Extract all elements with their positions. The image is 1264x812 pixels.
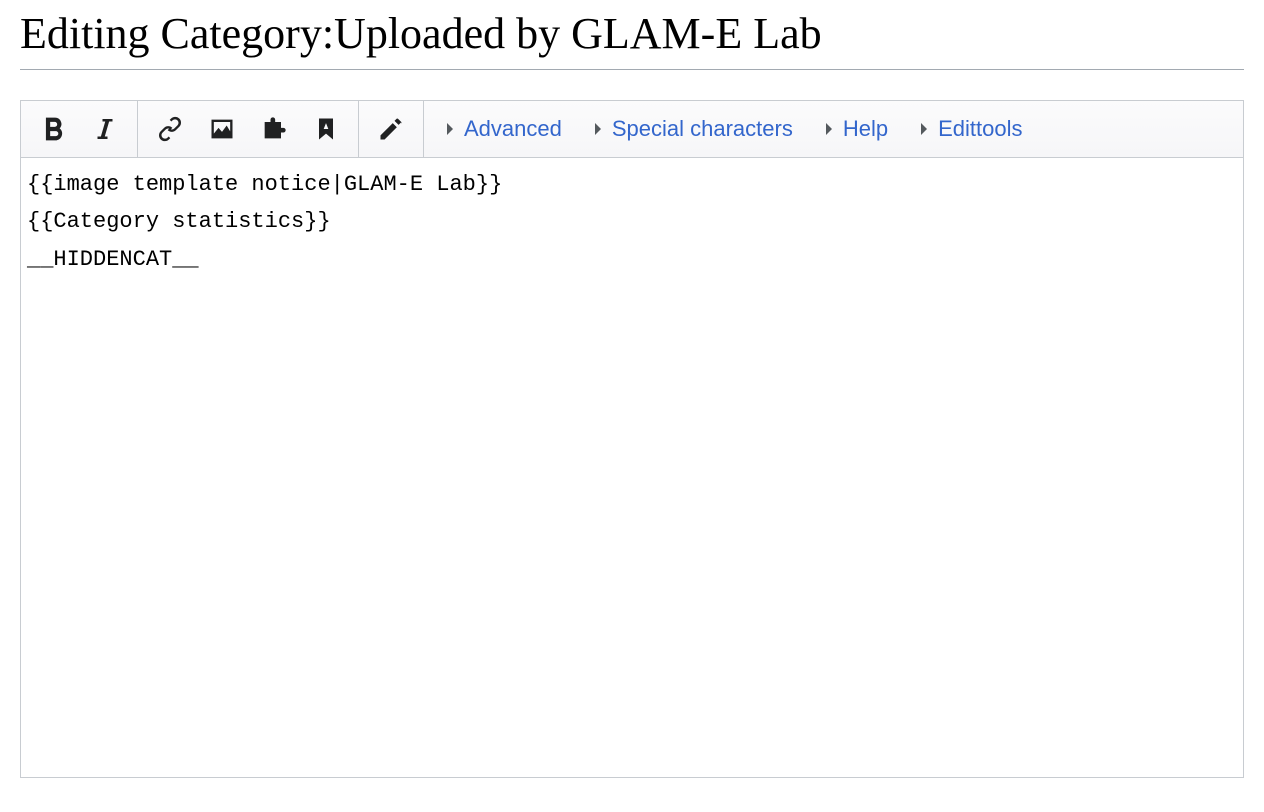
italic-icon — [90, 114, 120, 144]
bookmark-icon — [312, 115, 340, 143]
format-group — [21, 101, 138, 157]
bookmark-button[interactable] — [300, 101, 352, 157]
page-title: Editing Category:Uploaded by GLAM-E Lab — [20, 0, 1244, 70]
special-characters-label: Special characters — [612, 116, 793, 142]
help-label: Help — [843, 116, 888, 142]
chevron-right-icon — [916, 121, 932, 137]
chevron-right-icon — [821, 121, 837, 137]
pencil-icon — [377, 115, 405, 143]
reference-button[interactable] — [248, 101, 300, 157]
advanced-label: Advanced — [464, 116, 562, 142]
editor-toolbar: Advanced Special characters Help Edittoo… — [20, 100, 1244, 158]
insert-group — [138, 101, 359, 157]
edittools-link[interactable]: Edittools — [916, 116, 1022, 142]
italic-button[interactable] — [79, 101, 131, 157]
toolbar-links: Advanced Special characters Help Edittoo… — [424, 101, 1040, 157]
link-icon — [156, 115, 184, 143]
image-icon — [208, 115, 236, 143]
advanced-link[interactable]: Advanced — [442, 116, 562, 142]
link-button[interactable] — [144, 101, 196, 157]
sign-group — [359, 101, 424, 157]
help-link[interactable]: Help — [821, 116, 888, 142]
chevron-right-icon — [442, 121, 458, 137]
wikitext-editor[interactable] — [20, 158, 1244, 778]
puzzle-icon — [260, 115, 288, 143]
special-characters-link[interactable]: Special characters — [590, 116, 793, 142]
signature-button[interactable] — [365, 101, 417, 157]
bold-button[interactable] — [27, 101, 79, 157]
chevron-right-icon — [590, 121, 606, 137]
bold-icon — [36, 112, 70, 146]
image-button[interactable] — [196, 101, 248, 157]
edittools-label: Edittools — [938, 116, 1022, 142]
